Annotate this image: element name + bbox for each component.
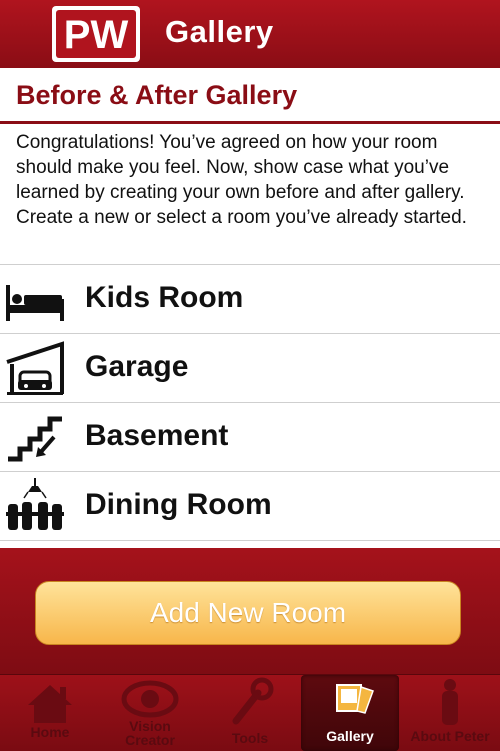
tab-bar: Home Vision Creator Tools Gallery About …: [0, 674, 500, 751]
header-title: Gallery: [165, 14, 274, 49]
section-title-bar: Before & After Gallery: [0, 68, 500, 124]
gallery-photos-icon: [336, 684, 374, 714]
bed-icon: [6, 285, 64, 321]
tab-label: Vision: [129, 718, 171, 734]
room-label: Dining Room: [85, 488, 272, 521]
room-list: Kids Room Garage Basement Dining Room: [0, 264, 500, 549]
room-item-garage[interactable]: Garage: [0, 334, 500, 403]
tab-label: Home: [30, 724, 70, 740]
tab-about-peter[interactable]: About Peter: [400, 675, 500, 751]
tab-tools[interactable]: Tools: [200, 675, 300, 751]
person-icon: [442, 679, 458, 725]
room-label: Basement: [85, 419, 229, 452]
room-label: Kids Room: [85, 281, 244, 314]
room-item-kids-room[interactable]: Kids Room: [0, 265, 500, 334]
tab-gallery[interactable]: Gallery: [301, 675, 399, 751]
add-new-room-button[interactable]: Add New Room: [35, 581, 461, 645]
tab-label: Tools: [231, 730, 269, 746]
wrench-icon: [232, 677, 274, 725]
room-item-basement[interactable]: Basement: [0, 403, 500, 472]
tab-label: Gallery: [326, 728, 374, 744]
svg-text:PW: PW: [64, 13, 129, 57]
tab-label: Creator: [125, 732, 175, 748]
room-item-dining-room[interactable]: Dining Room: [0, 472, 500, 541]
room-label: Garage: [85, 350, 189, 383]
garage-icon: [6, 341, 64, 395]
tab-label: About Peter: [410, 728, 490, 744]
action-panel: Add New Room: [0, 548, 500, 674]
home-icon: [28, 685, 72, 723]
stairs-icon: [8, 416, 62, 462]
app-header: PW Gallery: [0, 0, 500, 68]
tab-vision-creator[interactable]: Vision Creator: [100, 675, 200, 751]
tab-home[interactable]: Home: [0, 675, 100, 751]
intro-text: Congratulations! You’ve agreed on how yo…: [16, 132, 467, 228]
pw-logo: PW: [52, 6, 140, 62]
dining-icon: [6, 478, 64, 530]
page-title: Before & After Gallery: [16, 80, 298, 110]
